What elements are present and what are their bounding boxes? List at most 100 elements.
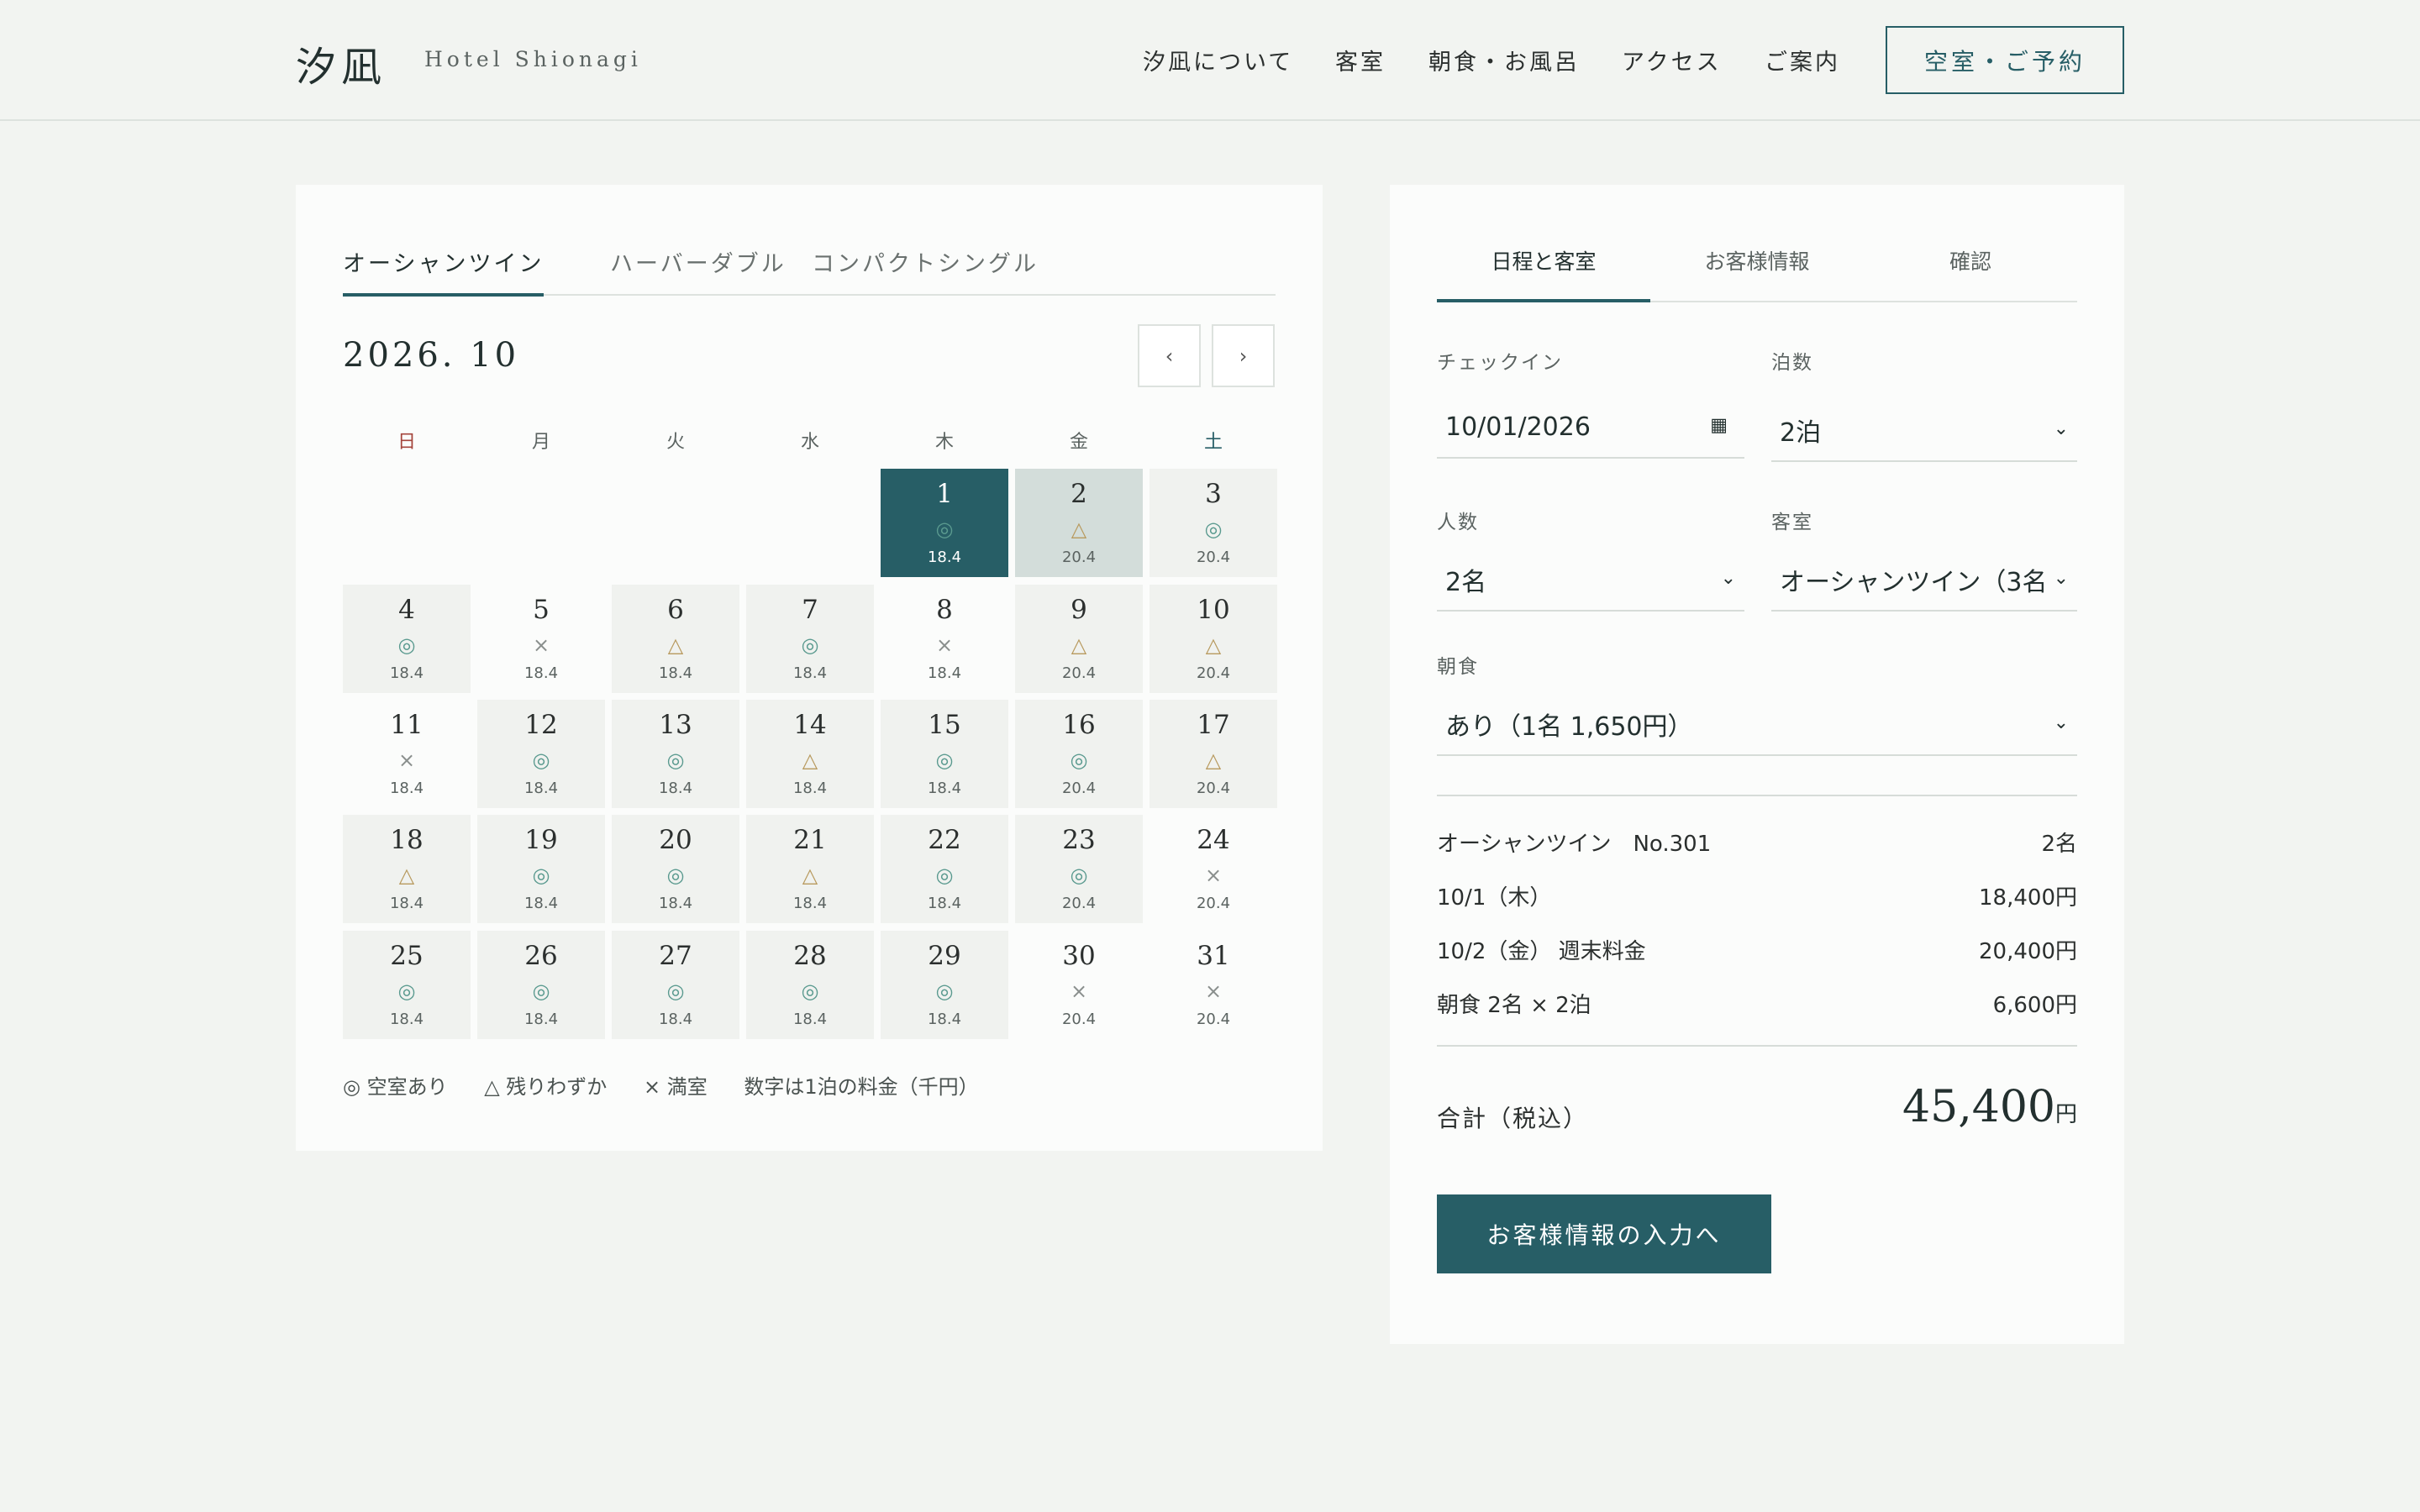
weekday-label: 月	[531, 432, 550, 453]
calendar-day[interactable]: 28 ◎ 18.4	[746, 931, 874, 1039]
calendar-day[interactable]: 26 ◎ 18.4	[477, 931, 605, 1039]
calendar-day[interactable]: 16 ◎ 20.4	[1015, 700, 1143, 808]
calendar-day[interactable]: 4 ◎ 18.4	[343, 585, 471, 693]
day-number: 21	[793, 825, 827, 855]
day-number: 20	[659, 825, 692, 855]
calendar-day[interactable]: 17 △ 20.4	[1150, 700, 1277, 808]
day-price: 18.4	[927, 895, 962, 912]
calendar-day[interactable]: 20 ◎ 18.4	[612, 815, 739, 923]
availability-icon: ◎	[801, 979, 819, 1003]
calendar-day[interactable]: 29 ◎ 18.4	[881, 931, 1008, 1039]
day-price: 18.4	[389, 1011, 424, 1028]
calendar-day[interactable]: 18 △ 18.4	[343, 815, 471, 923]
room-tabs: オーシャンツイン ハーバーダブル コンパクトシングル	[343, 245, 1276, 297]
nav-about[interactable]: 汐凪について	[1143, 44, 1293, 76]
summary-item-label: オーシャンツイン No.301	[1437, 832, 1712, 857]
availability-icon: ×	[1070, 979, 1088, 1003]
availability-icon: ×	[935, 633, 954, 657]
step-schedule[interactable]: 日程と客室	[1437, 245, 1650, 302]
logo-subtitle: Hotel Shionagi	[424, 47, 642, 71]
nav-breakfast-bath[interactable]: 朝食・お風呂	[1428, 44, 1580, 76]
calendar-day[interactable]: 14 △ 18.4	[746, 700, 874, 808]
calendar-day: 31 × 20.4	[1150, 931, 1277, 1039]
day-number: 12	[524, 710, 558, 740]
legend-available: ◎ 空室あり	[343, 1075, 448, 1099]
checkin-label: チェックイン	[1437, 352, 1563, 374]
checkin-value: 10/01/2026	[1445, 412, 1591, 442]
legend-few: △ 残りわずか	[484, 1075, 608, 1099]
calendar-day[interactable]: 10 △ 20.4	[1150, 585, 1277, 693]
summary-row: 朝食 2名 × 2泊 6,600円	[1437, 988, 2077, 1019]
prev-month-button[interactable]: ‹	[1138, 324, 1201, 387]
calendar-day[interactable]: 21 △ 18.4	[746, 815, 874, 923]
availability-icon: ◎	[666, 748, 685, 772]
calendar-day[interactable]: 22 ◎ 18.4	[881, 815, 1008, 923]
reserve-button[interactable]: 空室・ご予約	[1886, 26, 2124, 94]
calendar-day[interactable]: 19 ◎ 18.4	[477, 815, 605, 923]
day-price: 20.4	[1196, 549, 1231, 566]
availability-icon: ◎	[532, 979, 550, 1003]
logo[interactable]: 汐凪	[296, 34, 387, 92]
availability-icon: ◎	[666, 864, 685, 887]
next-step-button[interactable]: お客様情報の入力へ	[1437, 1194, 1771, 1273]
day-price: 18.4	[927, 549, 962, 566]
nav-guide[interactable]: ご案内	[1765, 44, 1840, 76]
calendar-day[interactable]: 7 ◎ 18.4	[746, 585, 874, 693]
nights-select[interactable]: 2泊 ⌄	[1771, 400, 2077, 462]
calendar-day[interactable]: 27 ◎ 18.4	[612, 931, 739, 1039]
nav-rooms[interactable]: 客室	[1335, 44, 1386, 76]
calendar-icon[interactable]: ▦	[1710, 415, 1728, 436]
day-number: 14	[793, 710, 827, 740]
total-amount: 45,400	[1902, 1082, 2055, 1132]
day-price: 20.4	[1061, 1011, 1097, 1028]
calendar-day[interactable]: 3 ◎ 20.4	[1150, 469, 1277, 577]
availability-icon: ◎	[935, 979, 954, 1003]
calendar-day[interactable]: 13 ◎ 18.4	[612, 700, 739, 808]
day-number: 15	[928, 710, 961, 740]
calendar-day[interactable]: 15 ◎ 18.4	[881, 700, 1008, 808]
total-value: 45,400円	[1902, 1082, 2077, 1132]
calendar-day[interactable]: 23 ◎ 20.4	[1015, 815, 1143, 923]
availability-icon: ◎	[935, 517, 954, 541]
day-price: 18.4	[389, 664, 424, 682]
day-price: 18.4	[658, 895, 693, 912]
breakfast-select[interactable]: あり（1名 1,650円） ⌄	[1437, 694, 2077, 756]
day-number: 23	[1062, 825, 1096, 855]
chevron-down-icon: ⌄	[2053, 418, 2069, 439]
calendar-day[interactable]: 6 △ 18.4	[612, 585, 739, 693]
calendar-day[interactable]: 2 △ 20.4	[1015, 469, 1143, 577]
weekday-label: 木	[934, 432, 954, 453]
availability-icon: ◎	[1070, 748, 1088, 772]
step-guest-info[interactable]: お客様情報	[1650, 245, 1864, 302]
availability-icon: ×	[397, 748, 416, 772]
availability-icon: ◎	[801, 633, 819, 657]
calendar-panel: オーシャンツイン ハーバーダブル コンパクトシングル 2026. 10 ‹ › …	[296, 185, 1323, 1151]
next-month-button[interactable]: ›	[1212, 324, 1275, 387]
nav-access[interactable]: アクセス	[1622, 44, 1722, 76]
checkin-date-input[interactable]: 10/01/2026 ▦	[1437, 396, 1744, 459]
weekday-label: 金	[1069, 432, 1088, 453]
availability-icon: △	[802, 864, 818, 887]
calendar-day[interactable]: 1 ◎ 18.4	[881, 469, 1008, 577]
calendar-day[interactable]: 9 △ 20.4	[1015, 585, 1143, 693]
guests-select[interactable]: 2名 ⌄	[1437, 549, 1744, 612]
day-number: 25	[390, 941, 424, 971]
day-number: 7	[802, 595, 818, 625]
calendar-day[interactable]: 25 ◎ 18.4	[343, 931, 471, 1039]
nights-label: 泊数	[1771, 352, 1813, 374]
tab-compact-single[interactable]: コンパクトシングル	[812, 245, 1039, 293]
step-confirm[interactable]: 確認	[1864, 245, 2077, 302]
guests-value: 2名	[1445, 568, 1487, 597]
availability-icon: △	[1071, 517, 1087, 541]
tab-ocean-twin[interactable]: オーシャンツイン	[343, 245, 544, 297]
tab-harbor-double[interactable]: ハーバーダブル	[610, 245, 786, 293]
day-price: 18.4	[927, 664, 962, 682]
availability-icon: ◎	[666, 979, 685, 1003]
day-number: 9	[1071, 595, 1087, 625]
booking-panel: 日程と客室 お客様情報 確認 チェックイン 10/01/2026 ▦ 泊数 2泊…	[1390, 185, 2124, 1344]
room-select[interactable]: オーシャンツイン（3名 ⌄	[1771, 549, 2077, 612]
calendar-day[interactable]: 12 ◎ 18.4	[477, 700, 605, 808]
nights-value: 2泊	[1780, 418, 1822, 448]
day-price: 20.4	[1061, 780, 1097, 797]
chevron-down-icon: ⌄	[2053, 568, 2069, 589]
